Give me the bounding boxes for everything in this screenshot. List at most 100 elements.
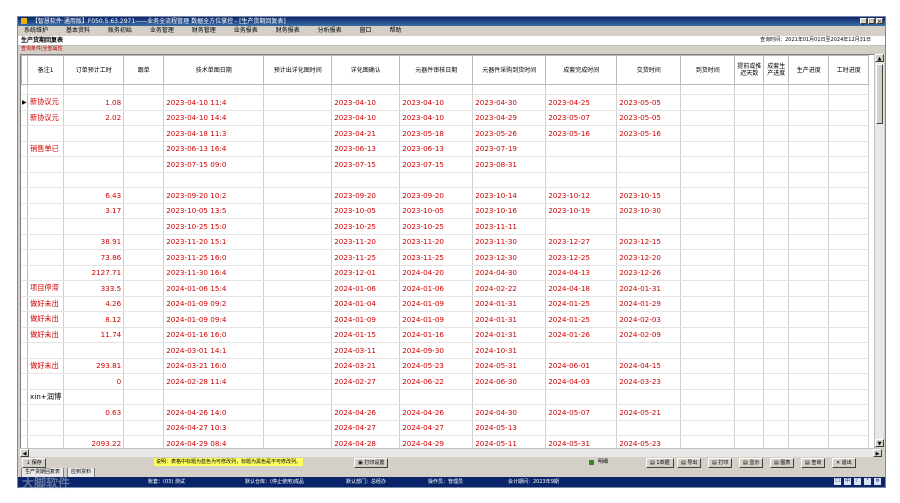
cell-production-progress[interactable] (788, 234, 830, 250)
cell-detail-plan[interactable] (263, 327, 333, 343)
cell-remark[interactable]: 新协议元 (27, 110, 65, 126)
cell-delivery[interactable]: 2023-10-30 (616, 203, 682, 219)
cell-follower[interactable] (123, 389, 165, 405)
cell-production-progress[interactable] (788, 342, 830, 359)
cell-production-progress[interactable] (788, 203, 830, 219)
table-row[interactable]: 做好未出 8.12 2024-01-09 09:4 2024-01-09 2024-01… (21, 311, 870, 328)
cell-remark[interactable] (27, 342, 65, 359)
cell-tech-date[interactable]: 2024-04-26 14:0 (163, 404, 265, 421)
cell-detail-plan[interactable] (263, 141, 333, 157)
cell-kit-progress[interactable] (763, 94, 790, 111)
filter-cell[interactable] (763, 84, 790, 95)
cell-detail-plan[interactable] (263, 342, 333, 359)
cell-part-audit[interactable]: 2023-11-25 (399, 249, 474, 266)
menu-analysis[interactable]: 分析报表 (310, 26, 350, 36)
scroll-up-icon[interactable]: ▲ (875, 54, 884, 62)
cell-detail-plan[interactable] (263, 203, 333, 219)
cell-order-hours[interactable]: 0.63 (63, 404, 125, 421)
table-row[interactable]: 0.63 2024-04-26 14:0 2024-04-26 2024-04-26 2… (21, 404, 870, 421)
cell-delivery[interactable]: 2024-05-21 (616, 404, 682, 421)
ime-icon[interactable]: ☐ (834, 478, 841, 485)
cell-follower[interactable] (123, 249, 165, 266)
cell-tech-date[interactable]: 2024-04-27 10:3 (163, 420, 265, 436)
cell-delivery[interactable] (616, 218, 682, 235)
cell-order-hours[interactable]: 2093.22 (63, 435, 125, 448)
cell-detail-confirm[interactable]: 2024-04-28 (331, 435, 401, 448)
table-row[interactable]: 项目停滞 333.5 2024-01-06 15:4 2024-01-06 2024-0… (21, 280, 870, 297)
cell-follower[interactable] (123, 203, 165, 219)
cell-part-arrival[interactable]: 2023-04-29 (472, 110, 547, 126)
cell-kit-done[interactable]: 2024-04-03 (545, 373, 618, 390)
cell-arrival[interactable] (680, 420, 736, 436)
cell-production-progress[interactable] (788, 296, 830, 312)
cell-arrival[interactable] (680, 234, 736, 250)
cell-part-audit[interactable]: 2023-09-20 (399, 187, 474, 204)
cell-order-hours[interactable]: 8.12 (63, 311, 125, 328)
cell-tech-date[interactable]: 2023-04-18 11:3 (163, 125, 265, 142)
cell-delivery[interactable]: 2024-01-29 (616, 296, 682, 312)
cell-order-hours[interactable]: 6.43 (63, 187, 125, 204)
col-header-follower[interactable]: 跟单 (123, 55, 165, 85)
cell-order-hours[interactable]: 11.74 (63, 327, 125, 343)
print-button[interactable]: ▤ 打印 (708, 458, 733, 468)
cell-delivery[interactable]: 2024-04-15 (616, 358, 682, 374)
cell-delivery[interactable] (616, 389, 682, 405)
cell-kit-progress[interactable] (763, 373, 790, 390)
cell-production-progress[interactable] (788, 94, 830, 111)
cell-production-progress[interactable] (788, 265, 830, 281)
col-header-part-arrival[interactable]: 元器件采购到货时间 (472, 55, 547, 85)
cell-production-progress[interactable] (788, 125, 830, 142)
cell-kit-progress[interactable] (763, 296, 790, 312)
cell-hours-progress[interactable] (828, 265, 870, 281)
cell-delay-days[interactable] (734, 265, 765, 281)
cell-kit-progress[interactable] (763, 389, 790, 405)
cell-tech-date[interactable]: 2024-04-29 08:4 (163, 435, 265, 448)
cell-arrival[interactable] (680, 311, 736, 328)
col-header-delivery[interactable]: 交货时间 (616, 55, 682, 85)
cell-production-progress[interactable] (788, 404, 830, 421)
cell-order-hours[interactable]: 293.81 (63, 358, 125, 374)
cell-follower[interactable] (123, 342, 165, 359)
cell-arrival[interactable] (680, 172, 736, 188)
cell-production-progress[interactable] (788, 358, 830, 374)
menu-business[interactable]: 业务管理 (142, 26, 182, 36)
cell-part-audit[interactable]: 2024-04-27 (399, 420, 474, 436)
cell-production-progress[interactable] (788, 435, 830, 448)
cell-delay-days[interactable] (734, 156, 765, 173)
minimize-button[interactable]: _ (860, 18, 867, 25)
cell-follower[interactable] (123, 327, 165, 343)
filter-row[interactable] (21, 84, 870, 95)
cell-detail-confirm[interactable]: 2024-01-04 (331, 296, 401, 312)
cell-order-hours[interactable]: 4.26 (63, 296, 125, 312)
cell-order-hours[interactable]: 3.17 (63, 203, 125, 219)
filter-cell[interactable] (163, 84, 265, 95)
cell-part-audit[interactable]: 2023-05-18 (399, 125, 474, 142)
cell-detail-plan[interactable] (263, 234, 333, 250)
cell-delivery[interactable]: 2023-12-15 (616, 234, 682, 250)
cell-tech-date[interactable]: 2023-04-10 11:4 (163, 94, 265, 111)
chart-button[interactable]: ▤ 图表 (770, 458, 795, 468)
cell-detail-confirm[interactable] (331, 389, 401, 405)
cell-tech-date[interactable]: 2024-01-16 16:0 (163, 327, 265, 343)
cell-part-arrival[interactable]: 2024-02-22 (472, 280, 547, 297)
cell-follower[interactable] (123, 280, 165, 297)
cell-part-arrival[interactable]: 2024-05-13 (472, 420, 547, 436)
cell-hours-progress[interactable] (828, 327, 870, 343)
cell-remark[interactable] (27, 234, 65, 250)
cell-follower[interactable] (123, 156, 165, 173)
table-row[interactable]: 2093.22 2024-04-29 08:4 2024-04-28 2024-04-… (21, 435, 870, 448)
cell-detail-confirm[interactable]: 2024-04-26 (331, 404, 401, 421)
filter-cell[interactable] (616, 84, 682, 95)
cell-delay-days[interactable] (734, 203, 765, 219)
cell-hours-progress[interactable] (828, 218, 870, 235)
cell-remark[interactable] (27, 249, 65, 266)
cell-detail-confirm[interactable]: 2023-10-05 (331, 203, 401, 219)
cell-arrival[interactable] (680, 187, 736, 204)
cell-arrival[interactable] (680, 358, 736, 374)
cell-order-hours[interactable]: 1.08 (63, 94, 125, 111)
menu-business-reports[interactable]: 业务报表 (226, 26, 266, 36)
cell-delay-days[interactable] (734, 110, 765, 126)
cell-hours-progress[interactable] (828, 187, 870, 204)
cell-follower[interactable] (123, 404, 165, 421)
filter-cell[interactable] (399, 84, 474, 95)
